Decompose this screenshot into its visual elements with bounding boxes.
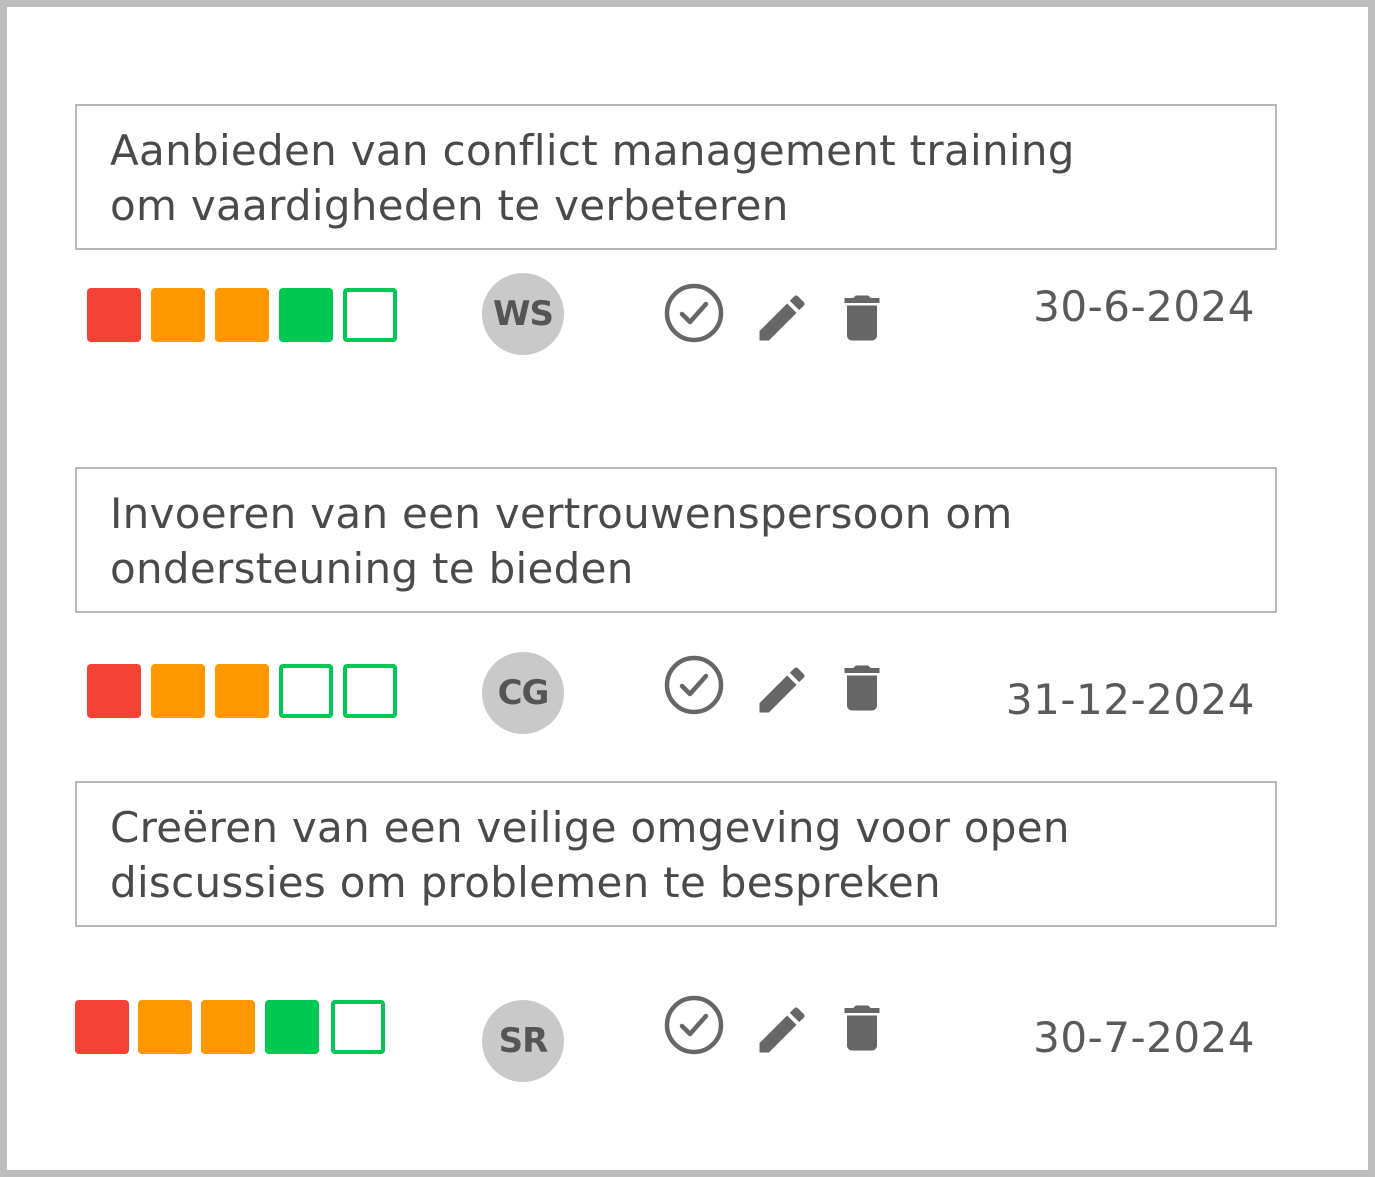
- trash-icon[interactable]: [832, 998, 892, 1058]
- priority-scale[interactable]: [87, 664, 407, 720]
- priority-segment[interactable]: [265, 1000, 319, 1054]
- due-date: 31-12-2024: [1005, 675, 1255, 724]
- assignee-avatar[interactable]: SR: [482, 1000, 564, 1082]
- check-circle-icon[interactable]: [664, 655, 724, 715]
- action-description[interactable]: Creëren van een veilige omgeving voor op…: [75, 781, 1277, 927]
- assignee-avatar[interactable]: CG: [482, 652, 564, 734]
- action-item: Creëren van een veilige omgeving voor op…: [7, 781, 1375, 1082]
- action-item: Invoeren van een vertrouwenspersoon om o…: [7, 467, 1375, 747]
- trash-icon[interactable]: [832, 658, 892, 718]
- due-date: 30-7-2024: [1033, 1013, 1255, 1062]
- priority-segment[interactable]: [75, 1000, 129, 1054]
- check-circle-icon[interactable]: [664, 283, 724, 343]
- priority-segment[interactable]: [215, 288, 269, 342]
- priority-scale[interactable]: [75, 1000, 395, 1056]
- priority-segment[interactable]: [87, 664, 141, 718]
- priority-segment[interactable]: [279, 288, 333, 342]
- priority-scale[interactable]: [87, 288, 407, 344]
- priority-segment[interactable]: [151, 288, 205, 342]
- pencil-icon[interactable]: [752, 288, 812, 348]
- priority-segment[interactable]: [151, 664, 205, 718]
- action-item: Aanbieden van conflict management traini…: [7, 104, 1375, 384]
- priority-segment[interactable]: [87, 288, 141, 342]
- priority-segment[interactable]: [343, 288, 397, 342]
- due-date: 30-6-2024: [1033, 282, 1255, 331]
- priority-segment[interactable]: [343, 664, 397, 718]
- priority-segment[interactable]: [201, 1000, 255, 1054]
- assignee-avatar[interactable]: WS: [482, 273, 564, 355]
- priority-segment[interactable]: [138, 1000, 192, 1054]
- pencil-icon[interactable]: [752, 1000, 812, 1060]
- trash-icon[interactable]: [832, 288, 892, 348]
- priority-segment[interactable]: [215, 664, 269, 718]
- action-list-panel: Aanbieden van conflict management traini…: [0, 0, 1375, 1177]
- priority-segment[interactable]: [331, 1000, 385, 1054]
- check-circle-icon[interactable]: [664, 995, 724, 1055]
- action-description[interactable]: Aanbieden van conflict management traini…: [75, 104, 1277, 250]
- priority-segment[interactable]: [279, 664, 333, 718]
- action-description[interactable]: Invoeren van een vertrouwenspersoon om o…: [75, 467, 1277, 613]
- pencil-icon[interactable]: [752, 660, 812, 720]
